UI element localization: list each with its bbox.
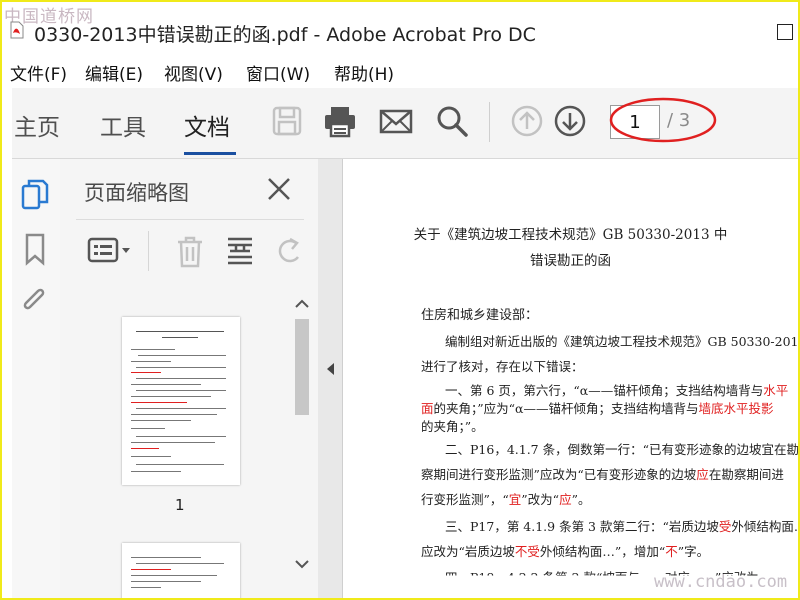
active-tab-indicator bbox=[184, 152, 236, 155]
doc-para1-line1: 编制组对新近出版的《建筑边坡工程技术规范》GB 50330-2013 bbox=[445, 334, 798, 349]
doc-para1-line2: 进行了核对，存在以下错误： bbox=[421, 359, 584, 374]
doc-salutation: 住房和城乡建设部： bbox=[421, 308, 539, 323]
crop-page-icon[interactable] bbox=[224, 235, 256, 269]
doc-item2-line3: 行变形监测”，“宜”改为“应”。 bbox=[421, 492, 591, 507]
acrobat-window: 中国道桥网 0330-2013中错误勘正的函.pdf - Adobe Acrob… bbox=[2, 2, 798, 598]
thumbnail-page-label: 1 bbox=[175, 496, 185, 514]
watermark-bottom: www.cndao.com bbox=[654, 572, 788, 592]
tab-tools[interactable]: 工具 bbox=[100, 108, 146, 142]
navigation-rail bbox=[12, 159, 61, 598]
delete-icon[interactable] bbox=[174, 235, 206, 269]
doc-item2-line1: 二、P16，4.1.7 条，倒数第一行：“已有变形迹象的边坡宜在勘 bbox=[445, 442, 798, 457]
doc-item2-line2: 察期间进行变形监测”应改为“已有变形迹象的边坡应在勘察期间进 bbox=[421, 467, 784, 482]
doc-item1-line2: 面的夹角；”应为“α——锚杆倾角；支挡结构墙背与墙底水平投影 bbox=[421, 401, 774, 416]
page-up-icon[interactable] bbox=[510, 104, 544, 138]
doc-item1-line1: 一、第 6 页，第六行，“α——锚杆倾角；支挡结构墙背与水平 bbox=[445, 383, 789, 398]
close-icon[interactable] bbox=[265, 175, 293, 203]
menu-help[interactable]: 帮助(H) bbox=[334, 60, 394, 85]
page-thumbnails-icon[interactable] bbox=[18, 177, 52, 213]
page-thumbnail-1[interactable] bbox=[122, 317, 240, 485]
attachment-icon[interactable] bbox=[18, 283, 52, 319]
email-icon[interactable] bbox=[378, 104, 414, 138]
options-menu-icon[interactable] bbox=[86, 235, 134, 267]
maximize-button[interactable] bbox=[777, 24, 793, 40]
panel-divider bbox=[76, 219, 304, 220]
menu-edit[interactable]: 编辑(E) bbox=[85, 60, 143, 85]
doc-title-line-2: 错误勘正的函 bbox=[530, 253, 611, 269]
doc-item1-line3: 的夹角；”。 bbox=[421, 419, 484, 434]
search-icon[interactable] bbox=[434, 104, 470, 138]
bookmark-icon[interactable] bbox=[18, 231, 52, 267]
tab-home[interactable]: 主页 bbox=[14, 108, 60, 142]
tab-document[interactable]: 文档 bbox=[184, 108, 230, 142]
doc-title-line-1: 关于《建筑边坡工程技术规范》GB 50330-2013 中 bbox=[413, 227, 728, 243]
highlight-ellipse bbox=[609, 97, 717, 143]
menu-bar: 文件(F) 编辑(E) 视图(V) 窗口(W) 帮助(H) bbox=[2, 56, 798, 86]
thumbnail-panel: 页面缩略图 1 bbox=[60, 159, 318, 598]
document-view[interactable]: 关于《建筑边坡工程技术规范》GB 50330-2013 中 错误勘正的函 住房和… bbox=[343, 159, 798, 598]
pdf-file-icon bbox=[10, 21, 24, 39]
panel-tool-separator bbox=[148, 231, 149, 271]
collapse-arrow-icon[interactable] bbox=[324, 361, 336, 377]
title-bar: 中国道桥网 0330-2013中错误勘正的函.pdf - Adobe Acrob… bbox=[2, 2, 798, 56]
doc-item3-line2: 应改为“岩质边坡不受外倾结构面…”，增加“不”字。 bbox=[421, 544, 710, 559]
save-icon[interactable] bbox=[270, 104, 304, 138]
page-thumbnail-2[interactable] bbox=[122, 543, 240, 598]
doc-item3-line1: 三、P17，第 4.1.9 条第 3 款第二行：“岩质边坡受外倾结构面…” bbox=[445, 519, 798, 534]
rotate-icon[interactable] bbox=[274, 235, 306, 269]
thumbnail-scrollbar[interactable] bbox=[292, 297, 312, 577]
toolbar-separator bbox=[489, 102, 490, 142]
page-down-icon[interactable] bbox=[553, 104, 587, 138]
menu-view[interactable]: 视图(V) bbox=[164, 60, 223, 85]
main-toolbar: 主页 工具 文档 1 / 3 bbox=[12, 88, 798, 159]
menu-window[interactable]: 窗口(W) bbox=[246, 60, 310, 85]
panel-collapse-strip[interactable] bbox=[318, 159, 343, 598]
window-title: 0330-2013中错误勘正的函.pdf - Adobe Acrobat Pro… bbox=[34, 24, 536, 46]
panel-title: 页面缩略图 bbox=[84, 181, 189, 205]
menu-file[interactable]: 文件(F) bbox=[10, 60, 67, 85]
print-icon[interactable] bbox=[322, 104, 358, 138]
